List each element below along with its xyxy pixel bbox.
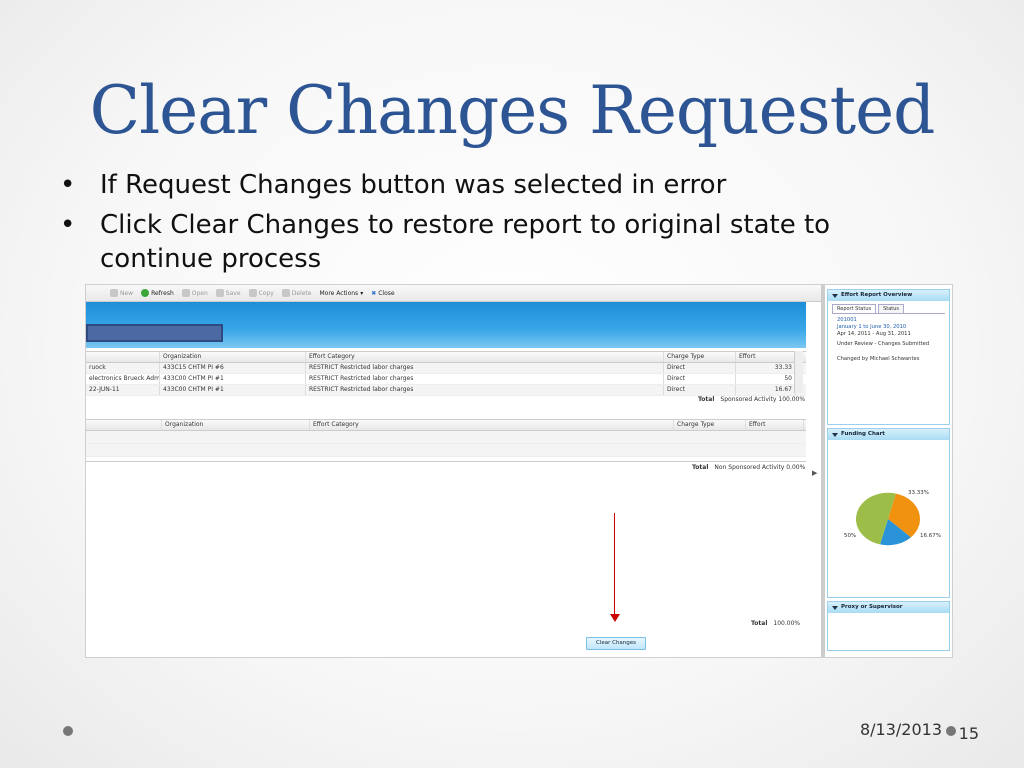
column-header[interactable]: Effort Category — [306, 352, 664, 362]
clear-changes-button[interactable]: Clear Changes — [586, 637, 646, 650]
bullet-list: • If Request Changes button was selected … — [60, 168, 940, 282]
overview-tabs: Report Status Status — [828, 301, 949, 313]
delete-icon — [281, 289, 290, 297]
funding-pie-chart — [856, 492, 920, 546]
column-header[interactable]: Organization — [160, 352, 306, 362]
report-period-link[interactable]: January 1 to June 30, 2010 — [837, 324, 940, 331]
open-button[interactable]: Open — [181, 289, 208, 297]
column-header[interactable]: Charge Type — [674, 420, 746, 430]
bullet-dot-icon: • — [60, 170, 76, 200]
empty-row — [86, 431, 806, 444]
decorative-dot-icon — [63, 726, 73, 736]
refresh-button[interactable]: Refresh — [141, 289, 174, 297]
effort-report-overview-panel: Effort Report Overview Report Status Sta… — [827, 289, 950, 425]
more-actions-button[interactable]: More Actions ▾ — [319, 290, 363, 297]
overview-body: 201001 January 1 to June 30, 2010 Apr 14… — [832, 313, 945, 366]
chevron-down-icon: ▾ — [360, 289, 364, 297]
grand-total: Total 100.00% — [751, 620, 801, 627]
new-button[interactable]: New — [110, 289, 133, 297]
decorative-dot-icon — [946, 726, 956, 736]
header-banner — [86, 302, 806, 348]
copy-icon — [248, 289, 257, 297]
pie-label: 50% — [844, 533, 857, 539]
column-header[interactable]: Effort Category — [310, 420, 674, 430]
report-dates: Apr 14, 2011 - Aug 31, 2011 — [837, 331, 911, 337]
column-header[interactable] — [86, 352, 160, 362]
proxy-supervisor-panel: Proxy or Supervisor — [827, 601, 950, 651]
grid-header: Organization Effort Category Charge Type… — [86, 419, 806, 431]
panel-header[interactable]: Effort Report Overview — [828, 290, 949, 301]
sponsored-total: Total Sponsored Activity 100.00% — [698, 396, 806, 403]
delete-button[interactable]: Delete — [281, 289, 311, 297]
collapse-icon — [832, 605, 838, 610]
copy-button[interactable]: Copy — [248, 289, 274, 297]
annotation-arrow — [614, 513, 615, 617]
collapse-icon — [832, 432, 838, 437]
column-header[interactable]: Organization — [162, 420, 310, 430]
pie-label: 33.33% — [908, 490, 929, 496]
panel-splitter[interactable] — [821, 285, 825, 657]
funding-chart-panel: Funding Chart 33.33% 16.67% 50% — [827, 428, 950, 598]
slide-date: 8/13/2013 — [859, 720, 942, 739]
folder-icon — [181, 289, 190, 297]
pie-label: 16.67% — [920, 533, 941, 539]
tab-report-status[interactable]: Report Status — [832, 304, 877, 313]
slide-title: Clear Changes Requested — [89, 72, 936, 149]
grid-header: Organization Effort Category Charge Type… — [86, 351, 806, 363]
save-icon — [215, 289, 224, 297]
divider — [86, 461, 806, 462]
report-id-link[interactable]: 201001 — [837, 317, 940, 324]
column-header[interactable]: Effort — [736, 352, 796, 362]
table-row[interactable]: ruock 433C15 CHTM PI #6 RESTRICT Restric… — [86, 363, 806, 374]
table-row[interactable]: electronics Brueck Adm 433C00 CHTM PI #1… — [86, 374, 806, 385]
grid-scrollbar[interactable] — [794, 351, 803, 393]
non-sponsored-grid: Organization Effort Category Charge Type… — [86, 419, 806, 457]
app-screenshot: New Refresh Open Save Copy Delete More A… — [85, 284, 953, 658]
panel-header[interactable]: Proxy or Supervisor — [828, 602, 949, 613]
tab-status[interactable]: Status — [878, 304, 905, 313]
changed-by: Changed by Michael Schwantes — [837, 356, 920, 362]
save-button[interactable]: Save — [215, 289, 241, 297]
close-icon: ✖ — [371, 289, 377, 297]
column-header[interactable] — [86, 420, 162, 430]
toolbar: New Refresh Open Save Copy Delete More A… — [86, 285, 823, 302]
expand-right-icon[interactable]: ▶ — [812, 469, 817, 477]
close-button[interactable]: ✖ Close — [371, 290, 394, 297]
empty-row — [86, 444, 806, 457]
grid-body: ruock 433C15 CHTM PI #6 RESTRICT Restric… — [86, 363, 806, 396]
bullet-item: • If Request Changes button was selected … — [60, 170, 727, 200]
column-header[interactable]: Effort — [746, 420, 804, 430]
bullet-item: • Click Clear Changes to restore report t… — [60, 210, 831, 274]
arrow-head-icon — [610, 614, 620, 622]
refresh-icon — [141, 289, 150, 297]
slide-number: 15 — [958, 724, 979, 743]
bullet-dot-icon: • — [60, 210, 76, 240]
table-row[interactable]: 22-JUN-11 433C00 CHTM PI #1 RESTRICT Res… — [86, 385, 806, 396]
panel-header[interactable]: Funding Chart — [828, 429, 949, 440]
collapse-icon — [832, 293, 838, 298]
non-sponsored-total: Total Non Sponsored Activity 0.00% — [692, 464, 806, 471]
redacted-name-box — [86, 324, 223, 342]
new-icon — [110, 289, 118, 297]
report-status: Under Review - Changes Submitted — [837, 341, 930, 347]
column-header[interactable]: Charge Type — [664, 352, 736, 362]
sponsored-grid: Organization Effort Category Charge Type… — [86, 351, 806, 396]
